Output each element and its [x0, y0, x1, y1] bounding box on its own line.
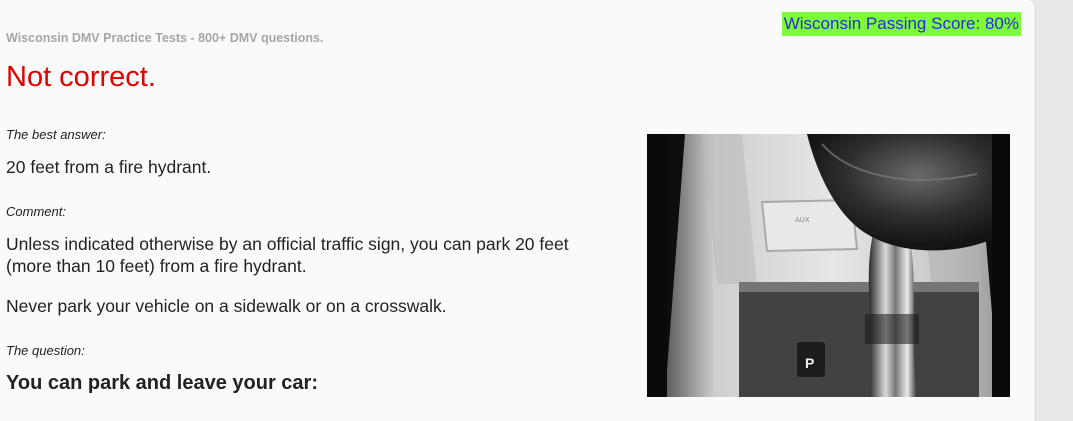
gear-shifter-photo: AUX P	[647, 134, 1010, 397]
result-status: Not correct.	[6, 61, 156, 93]
passing-score-badge: Wisconsin Passing Score: 80%	[781, 12, 1021, 36]
aux-label: AUX	[795, 216, 810, 224]
gear-park-letter: P	[805, 355, 814, 371]
comment-paragraph-2: Never park your vehicle on a sidewalk or…	[6, 296, 447, 316]
question-label: The question:	[6, 343, 85, 358]
question-text: You can park and leave your car:	[6, 372, 318, 394]
comment-label: Comment:	[6, 204, 66, 219]
comment-paragraph-1: Unless indicated otherwise by an officia…	[6, 234, 569, 276]
site-title: Wisconsin DMV Practice Tests - 800+ DMV …	[6, 31, 324, 45]
best-answer-label: The best answer:	[6, 127, 106, 142]
best-answer-text: 20 feet from a fire hydrant.	[6, 157, 212, 177]
page-content: Wisconsin Passing Score: 80% Wisconsin D…	[0, 0, 1036, 421]
